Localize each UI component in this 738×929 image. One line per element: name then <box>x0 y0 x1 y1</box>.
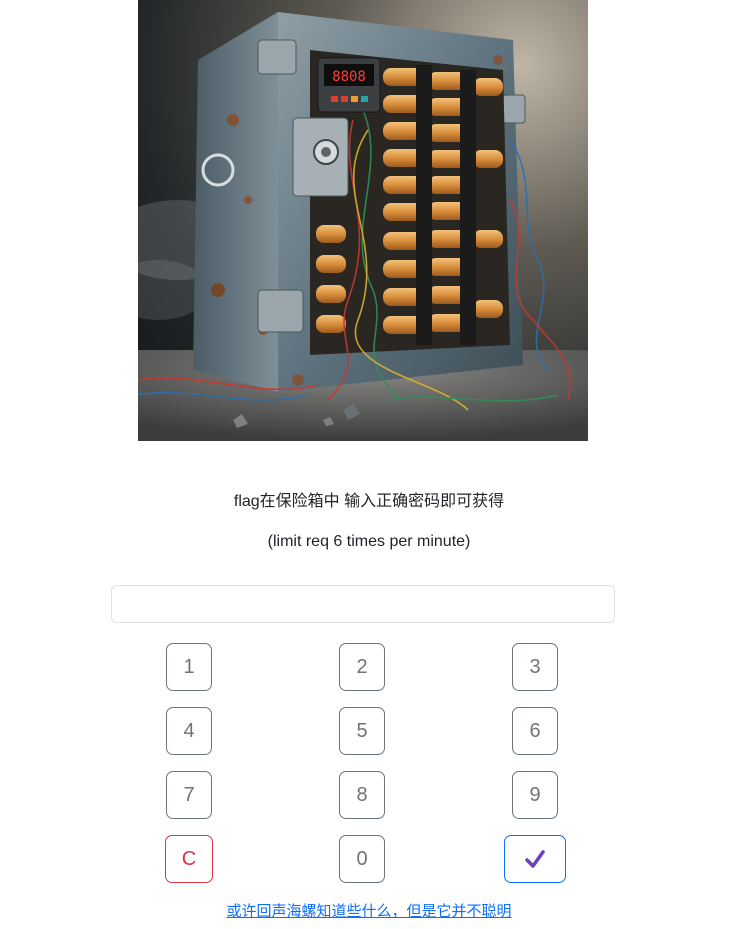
key-0-button[interactable]: 0 <box>339 835 385 883</box>
key-1-button[interactable]: 1 <box>166 643 212 691</box>
echo-conch-hint-link[interactable]: 或许回声海螺知道些什么，但是它并不聪明 <box>226 903 511 920</box>
passcode-input[interactable] <box>111 585 615 623</box>
submit-button[interactable] <box>504 835 566 883</box>
instruction-text: flag在保险箱中 输入正确密码即可获得 <box>233 493 505 510</box>
hero-image: 8808 <box>138 0 588 441</box>
key-9-button[interactable]: 9 <box>512 771 558 819</box>
key-5-button[interactable]: 5 <box>339 707 385 755</box>
safe-illustration: 8808 <box>138 12 588 441</box>
key-3-button[interactable]: 3 <box>512 643 558 691</box>
key-4-button[interactable]: 4 <box>166 707 212 755</box>
hint-container: 或许回声海螺知道些什么，但是它并不聪明 <box>0 902 738 922</box>
key-2-button[interactable]: 2 <box>339 643 385 691</box>
clear-button[interactable]: C <box>165 835 213 883</box>
rate-limit-note: (limit req 6 times per minute) <box>267 533 471 550</box>
key-8-button[interactable]: 8 <box>339 771 385 819</box>
checkmark-icon <box>525 850 545 868</box>
key-7-button[interactable]: 7 <box>166 771 212 819</box>
key-6-button[interactable]: 6 <box>512 707 558 755</box>
timer-readout: 8808 <box>332 69 366 85</box>
